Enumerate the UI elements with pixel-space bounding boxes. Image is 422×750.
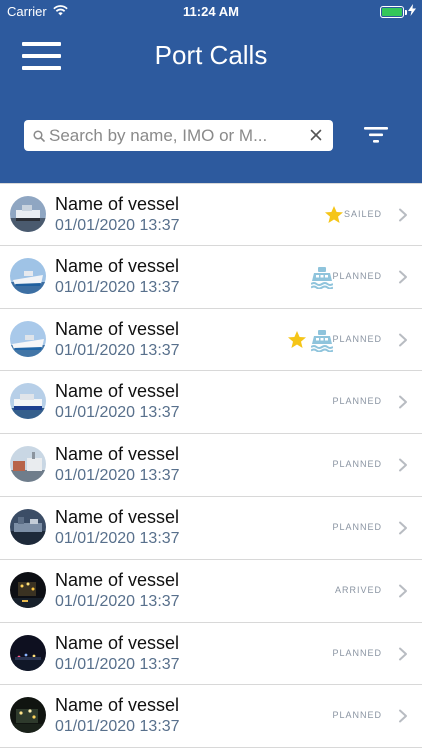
ferry-icon — [310, 328, 334, 353]
vessel-avatar — [10, 196, 46, 232]
vessel-row[interactable]: Name of vessel 01/01/2020 13:37 PLANNED — [0, 496, 422, 560]
search-icon — [33, 129, 45, 142]
vessel-avatar — [10, 320, 46, 357]
app-screen: Carrier 11:24 AM Port Calls Search by na… — [0, 0, 422, 750]
status-label: ARRIVED — [334, 584, 382, 595]
search-bar[interactable] — [24, 120, 333, 151]
vessel-name: Name of vessel — [55, 695, 180, 716]
vessel-datetime: 01/01/2020 13:37 — [55, 278, 180, 296]
vessel-datetime: 01/01/2020 13:37 — [55, 217, 180, 234]
battery-icon — [380, 5, 407, 18]
chevron-right-icon — [398, 208, 408, 222]
vessel-datetime: 01/01/2020 13:37 — [55, 467, 180, 485]
status-label: PLANNED — [332, 396, 382, 407]
clear-icon[interactable] — [309, 128, 323, 142]
filter-icon[interactable] — [360, 125, 392, 145]
favorite-star-icon[interactable] — [324, 205, 344, 225]
chevron-right-icon — [398, 521, 408, 535]
vessel-name: Name of vessel — [55, 194, 180, 214]
vessel-name: Name of vessel — [55, 318, 180, 339]
vessel-datetime: 01/01/2020 13:37 — [55, 341, 180, 359]
charging-bolt-icon — [408, 4, 416, 19]
vessel-name: Name of vessel — [55, 255, 180, 276]
chevron-right-icon — [398, 647, 408, 661]
chevron-right-icon — [398, 395, 408, 409]
vessel-avatar — [10, 571, 46, 608]
vessel-name: Name of vessel — [55, 444, 180, 465]
vessel-row[interactable]: Name of vessel 01/01/2020 13:37 PLANNED — [0, 308, 422, 372]
vessel-datetime: 01/01/2020 13:37 — [55, 404, 180, 422]
vessel-avatar — [10, 257, 46, 294]
status-label: PLANNED — [332, 270, 382, 281]
chevron-right-icon — [398, 458, 408, 472]
vessel-datetime: 01/01/2020 13:37 — [55, 592, 180, 610]
vessel-avatar — [10, 508, 46, 545]
vessel-name: Name of vessel — [55, 381, 180, 402]
vessel-name: Name of vessel — [55, 632, 180, 653]
vessel-row[interactable]: Name of vessel 01/01/2020 13:37 PLANNED — [0, 371, 422, 435]
vessel-datetime: 01/01/2020 13:37 — [55, 529, 180, 547]
vessel-datetime: 01/01/2020 13:37 — [55, 655, 180, 673]
vessel-row[interactable]: Name of vessel 01/01/2020 13:37 PLANNED — [0, 434, 422, 497]
page-title: Port Calls — [154, 40, 268, 70]
search-input[interactable] — [49, 125, 299, 146]
vessel-row[interactable]: Name of vessel 01/01/2020 13:37 PLANNED — [0, 685, 422, 749]
vessel-name: Name of vessel — [55, 506, 180, 527]
vessel-row[interactable]: Name of vessel 01/01/2020 13:37 PLANNED — [0, 622, 422, 686]
vessel-avatar — [10, 446, 46, 483]
status-bar: Carrier 11:24 AM — [0, 0, 422, 22]
status-label: PLANNED — [332, 333, 382, 344]
status-label: PLANNED — [332, 647, 382, 658]
chevron-right-icon — [398, 270, 408, 284]
status-right — [380, 4, 416, 19]
ferry-icon — [310, 265, 334, 290]
status-label: PLANNED — [332, 459, 382, 470]
favorite-star-icon[interactable] — [287, 330, 307, 350]
status-label: PLANNED — [332, 521, 382, 532]
status-label: SAILED — [343, 209, 382, 219]
vessel-row[interactable]: Name of vessel 01/01/2020 13:37 ARRIVED — [0, 559, 422, 623]
vessel-avatar — [10, 383, 46, 420]
vessel-list: Name of vessel 01/01/2020 13:37 SAILED Name… — [0, 183, 422, 749]
vessel-row[interactable]: Name of vessel 01/01/2020 13:37 PLANNED — [0, 245, 422, 309]
header-bar: Carrier 11:24 AM Port Calls Search by na… — [0, 0, 422, 183]
vessel-row[interactable]: Name of vessel 01/01/2020 13:37 SAILED — [0, 183, 422, 246]
battery-level — [382, 7, 402, 16]
vessel-avatar — [10, 697, 46, 734]
chevron-right-icon — [398, 709, 408, 723]
status-time: 11:24 AM — [183, 4, 239, 19]
battery-tip — [405, 9, 407, 15]
chevron-right-icon — [398, 584, 408, 598]
chevron-right-icon — [398, 333, 408, 347]
vessel-avatar — [10, 634, 46, 671]
status-label: PLANNED — [332, 710, 382, 721]
vessel-name: Name of vessel — [55, 569, 180, 590]
vessel-datetime: 01/01/2020 13:37 — [55, 718, 180, 736]
